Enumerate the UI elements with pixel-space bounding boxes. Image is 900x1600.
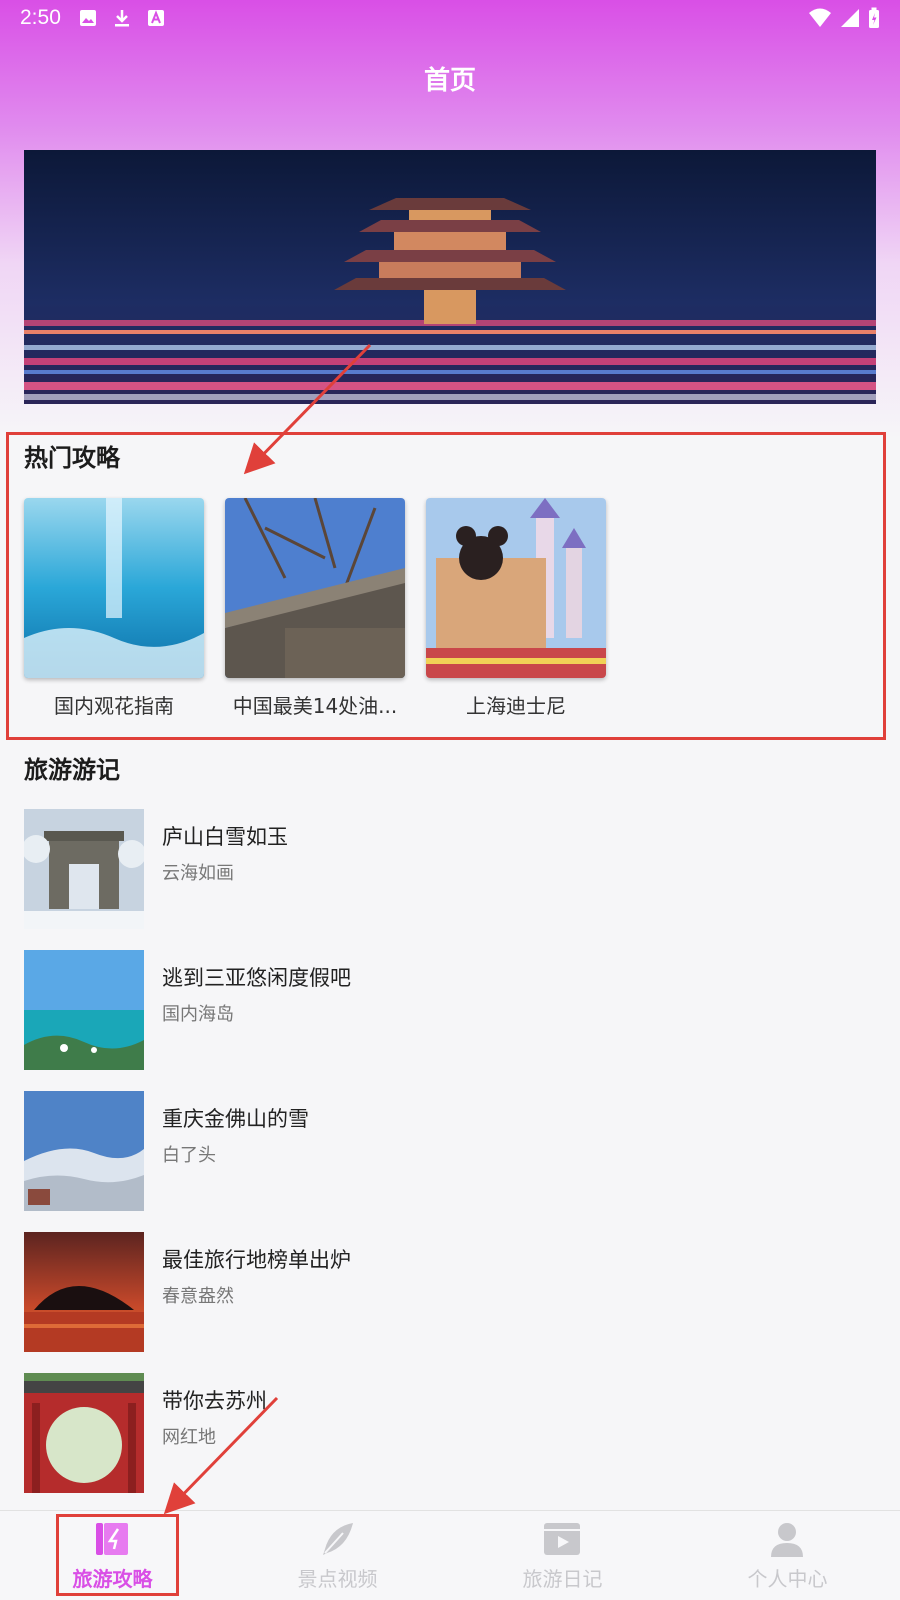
list-item-thumbnail	[24, 809, 144, 929]
app-a-icon	[148, 10, 164, 26]
list-item-subtitle: 网红地	[162, 1427, 216, 1448]
list-item-thumbnail	[24, 950, 144, 1070]
list-item[interactable]: 带你去苏州 网红地	[24, 1373, 876, 1493]
person-icon	[771, 1523, 803, 1557]
video-play-icon	[544, 1523, 580, 1555]
list-item[interactable]: 逃到三亚悠闲度假吧 国内海岛	[24, 950, 876, 1070]
hot-item-flowers[interactable]: 国内观花指南	[24, 498, 204, 719]
list-item[interactable]: 庐山白雪如玉 云海如画	[24, 809, 876, 929]
list-item-thumbnail	[24, 1373, 144, 1493]
list-item[interactable]: 重庆金佛山的雪 白了头	[24, 1091, 876, 1211]
list-item-subtitle: 国内海岛	[162, 1004, 234, 1025]
list-item-subtitle: 白了头	[162, 1145, 216, 1166]
list-item-subtitle: 云海如画	[162, 863, 234, 884]
list-item-title: 庐山白雪如玉	[162, 825, 288, 849]
battery-icon	[869, 7, 879, 28]
list-item-title: 带你去苏州	[162, 1389, 267, 1413]
nav-item-profile[interactable]: 个人中心	[675, 1511, 900, 1600]
hot-item-oil-flowers[interactable]: 中国最美14处油...	[225, 498, 405, 719]
list-item-title: 最佳旅行地榜单出炉	[162, 1248, 351, 1272]
nav-item-video[interactable]: 景点视频	[225, 1511, 450, 1600]
hot-item-thumbnail	[225, 498, 405, 678]
list-item-thumbnail	[24, 1091, 144, 1211]
hot-item-thumbnail	[426, 498, 606, 678]
status-time: 2:50	[20, 6, 61, 29]
list-item-subtitle: 春意盎然	[162, 1286, 234, 1307]
hot-item-label: 上海迪士尼	[466, 694, 566, 718]
list-item[interactable]: 最佳旅行地榜单出炉 春意盎然	[24, 1232, 876, 1352]
nav-label-diary: 旅游日记	[522, 1567, 603, 1591]
status-bar: 2:50	[0, 0, 900, 36]
image-notification-icon	[80, 10, 96, 26]
wifi-icon	[809, 8, 831, 27]
hot-item-disney[interactable]: 上海迪士尼	[426, 498, 606, 719]
list-item-title: 逃到三亚悠闲度假吧	[162, 966, 351, 990]
banner-image[interactable]	[24, 150, 876, 404]
nav-label-video: 景点视频	[297, 1567, 378, 1591]
download-icon	[115, 10, 129, 27]
nav-item-diary[interactable]: 旅游日记	[450, 1511, 675, 1600]
hot-item-label: 中国最美14处油...	[232, 694, 398, 718]
page-title: 首页	[423, 66, 476, 96]
feather-icon	[323, 1523, 353, 1555]
list-item-title: 重庆金佛山的雪	[162, 1107, 309, 1131]
travel-section-title: 旅游游记	[24, 756, 120, 784]
hot-item-label: 国内观花指南	[54, 694, 174, 718]
signal-icon	[841, 9, 859, 27]
list-item-thumbnail	[24, 1232, 144, 1352]
hot-item-thumbnail	[24, 498, 204, 678]
nav-label-profile: 个人中心	[747, 1567, 828, 1591]
annotation-nav-highlight-box	[56, 1514, 179, 1596]
